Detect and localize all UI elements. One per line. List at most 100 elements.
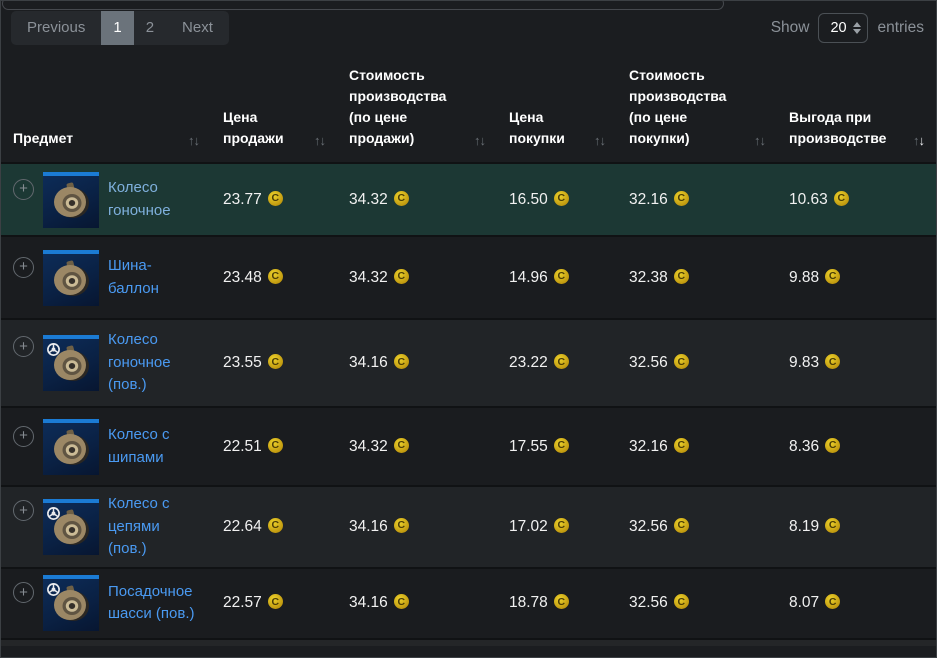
coin-icon (394, 269, 409, 284)
profit-cell: 10.63 (777, 163, 936, 236)
expand-row-button[interactable] (13, 257, 34, 278)
coin-icon (674, 191, 689, 206)
coin-icon (554, 354, 569, 369)
expand-row-button[interactable] (13, 179, 34, 200)
sort-icon[interactable]: ↑↓ (594, 133, 605, 149)
coin-icon (674, 354, 689, 369)
craft-cost-sell-cell: 34.32 (337, 236, 497, 319)
craft-cost-sell-cell: 34.32 (337, 407, 497, 486)
column-header-profit[interactable]: Выгода при производстве↑↓ (777, 57, 936, 163)
show-label: Show (771, 19, 810, 37)
buy-price-cell: 16.50 (497, 163, 617, 236)
buy-price-cell: 18.78 (497, 568, 617, 638)
craft-cost-sell-cell: 34.32 (337, 163, 497, 236)
coin-icon (268, 354, 283, 369)
coin-icon (394, 594, 409, 609)
item-link[interactable]: Шина-баллон (108, 255, 199, 300)
sort-icon[interactable]: ↑↓ (188, 133, 199, 149)
column-header-item[interactable]: Предмет↑↓ (1, 57, 211, 163)
sell-price-cell: 22.51 (211, 407, 337, 486)
coin-icon (394, 191, 409, 206)
item-link[interactable]: Колесо с шипами (108, 424, 199, 469)
buy-price-cell: 23.22 (497, 319, 617, 407)
buy-price-cell: 14.96 (497, 236, 617, 319)
coin-icon (674, 269, 689, 284)
item-link[interactable]: Посадочное шасси (пов.) (108, 581, 199, 626)
coin-icon (825, 269, 840, 284)
next-page-button[interactable]: Next (166, 11, 229, 45)
craft-cost-buy-cell: 32.56 (617, 568, 777, 638)
entries-input-wrap (818, 13, 868, 43)
page-2-button[interactable]: 2 (134, 11, 166, 45)
coin-icon (394, 518, 409, 533)
wheel-image (49, 181, 93, 223)
expand-row-button[interactable] (13, 582, 34, 603)
page-1-button[interactable]: 1 (101, 11, 133, 45)
coin-icon (554, 438, 569, 453)
sell-price-cell: 23.77 (211, 163, 337, 236)
coin-icon (554, 518, 569, 533)
coin-icon (674, 518, 689, 533)
table-row: Колесо гоночное 23.77 34.32 16.50 32.16 … (1, 163, 936, 236)
coin-icon (554, 269, 569, 284)
coin-icon (825, 594, 840, 609)
table-row: Колесо с цепями (пов.) 22.64 34.16 17.02… (1, 486, 936, 568)
craft-cost-buy-cell: 32.56 (617, 319, 777, 407)
coin-icon (268, 269, 283, 284)
partial-next-row (1, 638, 936, 646)
table-row: Посадочное шасси (пов.) 22.57 34.16 18.7… (1, 568, 936, 638)
spinner-arrows-icon[interactable] (853, 22, 861, 34)
profit-cell: 8.07 (777, 568, 936, 638)
expand-row-button[interactable] (13, 336, 34, 357)
coin-icon (268, 191, 283, 206)
item-thumbnail (43, 575, 99, 631)
sell-price-cell: 22.57 (211, 568, 337, 638)
previous-page-button[interactable]: Previous (11, 11, 101, 45)
craft-cost-buy-cell: 32.16 (617, 163, 777, 236)
coin-icon (825, 354, 840, 369)
wheel-image (49, 428, 93, 470)
column-header-buy-price[interactable]: Цена покупки↑↓ (497, 57, 617, 163)
buy-price-cell: 17.02 (497, 486, 617, 568)
item-thumbnail (43, 499, 99, 555)
items-table: Предмет↑↓ Цена продажи↑↓ Стоимость произ… (1, 57, 936, 638)
table-row: Шина-баллон 23.48 34.32 14.96 32.38 9.88 (1, 236, 936, 319)
sort-icon[interactable]: ↑↓ (754, 133, 765, 149)
item-thumbnail (43, 172, 99, 228)
item-thumbnail (43, 250, 99, 306)
sell-price-cell: 22.64 (211, 486, 337, 568)
sell-price-cell: 23.48 (211, 236, 337, 319)
steering-wheel-icon (46, 342, 61, 357)
coin-icon (674, 594, 689, 609)
column-header-sell-price[interactable]: Цена продажи↑↓ (211, 57, 337, 163)
pagination: Previous 1 2 Next (11, 11, 229, 45)
coin-icon (674, 438, 689, 453)
item-link[interactable]: Колесо гоночное (пов.) (108, 329, 199, 397)
coin-icon (394, 438, 409, 453)
craft-cost-sell-cell: 34.16 (337, 319, 497, 407)
steering-wheel-icon (46, 506, 61, 521)
coin-icon (554, 191, 569, 206)
item-link[interactable]: Колесо с цепями (пов.) (108, 493, 199, 561)
item-thumbnail (43, 335, 99, 391)
column-header-craft-cost-sell[interactable]: Стоимость производства (по цене продажи)… (337, 57, 497, 163)
expand-row-button[interactable] (13, 500, 34, 521)
column-header-craft-cost-buy[interactable]: Стоимость производства (по цене покупки)… (617, 57, 777, 163)
sort-icon[interactable]: ↑↓ (474, 133, 485, 149)
profit-cell: 8.19 (777, 486, 936, 568)
coin-icon (268, 594, 283, 609)
profit-cell: 9.88 (777, 236, 936, 319)
item-thumbnail (43, 419, 99, 475)
coin-icon (554, 594, 569, 609)
sell-price-cell: 23.55 (211, 319, 337, 407)
sort-icon[interactable]: ↑↓ (913, 133, 924, 149)
item-link[interactable]: Колесо гоночное (108, 177, 199, 222)
steering-wheel-icon (46, 582, 61, 597)
sort-icon[interactable]: ↑↓ (314, 133, 325, 149)
expand-row-button[interactable] (13, 426, 34, 447)
coin-icon (268, 438, 283, 453)
buy-price-cell: 17.55 (497, 407, 617, 486)
table-row: Колесо гоночное (пов.) 23.55 34.16 23.22… (1, 319, 936, 407)
craft-cost-buy-cell: 32.38 (617, 236, 777, 319)
craft-cost-sell-cell: 34.16 (337, 486, 497, 568)
